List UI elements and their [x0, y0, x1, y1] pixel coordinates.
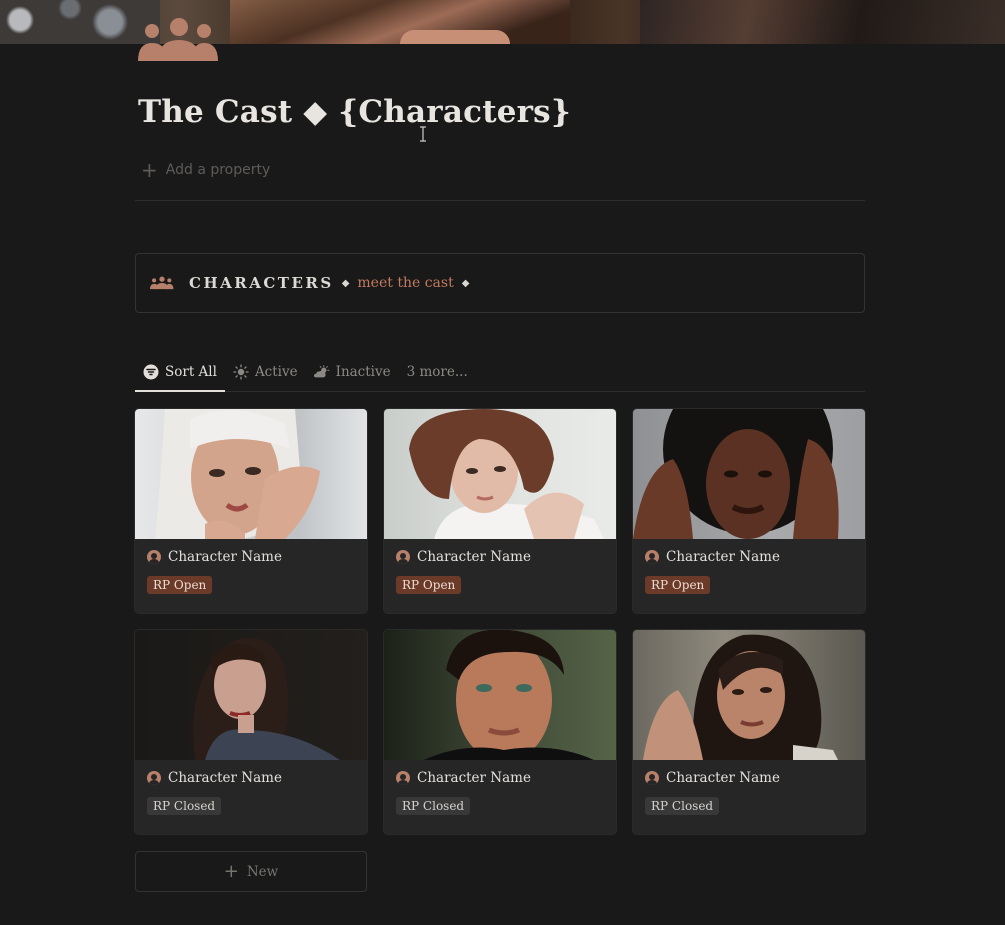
- character-name: Character Name: [168, 549, 282, 565]
- status-tag: RP Open: [396, 576, 462, 594]
- character-name-row: Character Name: [147, 549, 355, 565]
- character-name: Character Name: [666, 770, 780, 786]
- character-name-row: Character Name: [645, 770, 853, 786]
- character-card[interactable]: Character Name RP Closed: [135, 630, 367, 834]
- cover-figure: [230, 0, 570, 44]
- person-icon: [147, 550, 161, 564]
- status-tag: RP Closed: [147, 797, 222, 815]
- character-card[interactable]: Character Name RP Open: [633, 409, 865, 613]
- cover-bokeh: [0, 0, 160, 44]
- plus-icon: +: [141, 158, 158, 182]
- status-tag: RP Closed: [645, 797, 720, 815]
- tab-sort-all[interactable]: Sort All: [135, 352, 225, 392]
- person-icon: [396, 771, 410, 785]
- new-card-button[interactable]: + New: [135, 851, 367, 892]
- status-tag: RP Open: [645, 576, 711, 594]
- add-property-label: Add a property: [165, 162, 271, 178]
- person-icon: [396, 550, 410, 564]
- people-group-icon[interactable]: [138, 16, 220, 64]
- cloud-sun-icon: [313, 364, 330, 377]
- character-name: Character Name: [417, 770, 531, 786]
- character-name-row: Character Name: [645, 549, 853, 565]
- character-photo: [384, 409, 616, 539]
- person-icon: [645, 550, 659, 564]
- people-group-icon: [150, 276, 174, 290]
- callout-block[interactable]: CHARACTERS ◆ meet the cast ◆: [135, 253, 865, 313]
- tab-label: Active: [254, 363, 298, 380]
- status-tag: RP Open: [147, 576, 213, 594]
- filter-icon: [143, 364, 159, 379]
- tab-active[interactable]: Active: [225, 352, 306, 391]
- character-card[interactable]: Character Name RP Closed: [633, 630, 865, 834]
- character-name: Character Name: [666, 549, 780, 565]
- tab-label: Inactive: [335, 363, 391, 380]
- character-card[interactable]: Character Name RP Open: [135, 409, 367, 613]
- status-tag: RP Closed: [396, 797, 471, 815]
- person-icon: [645, 771, 659, 785]
- cover-shadow: [640, 0, 1005, 44]
- text-cursor-icon: [420, 126, 426, 142]
- tab-label: Sort All: [165, 363, 217, 380]
- character-name-row: Character Name: [396, 549, 604, 565]
- callout-separator-trailing: ◆: [461, 277, 470, 289]
- character-name-row: Character Name: [396, 770, 604, 786]
- character-name: Character Name: [417, 549, 531, 565]
- cover-hand: [400, 30, 510, 44]
- character-photo: [633, 409, 865, 539]
- character-photo: [135, 409, 367, 539]
- callout-heading: CHARACTERS: [189, 274, 334, 292]
- divider: [135, 200, 865, 201]
- character-photo: [135, 630, 367, 760]
- plus-icon: +: [223, 861, 239, 882]
- sun-icon: [233, 363, 249, 380]
- tab-inactive[interactable]: Inactive: [306, 352, 399, 391]
- view-tabs: Sort All Active Inactive 3 more...: [135, 352, 865, 392]
- character-name-row: Character Name: [147, 770, 355, 786]
- character-card[interactable]: Character Name RP Open: [384, 409, 616, 613]
- person-icon: [147, 771, 161, 785]
- character-card[interactable]: Character Name RP Closed: [384, 630, 616, 834]
- character-photo: [384, 630, 616, 760]
- new-button-label: New: [246, 863, 279, 880]
- tab-label: 3 more...: [406, 363, 468, 380]
- character-name: Character Name: [168, 770, 282, 786]
- callout-subtitle: meet the cast: [357, 275, 454, 291]
- callout-separator: ◆: [341, 277, 350, 289]
- tab-more[interactable]: 3 more...: [399, 352, 476, 391]
- add-property-button[interactable]: + Add a property: [141, 158, 271, 182]
- character-photo: [633, 630, 865, 760]
- page-title[interactable]: The Cast ◆ {Characters}: [138, 94, 571, 130]
- gallery-grid: Character Name RP Open Character Name RP…: [135, 409, 865, 834]
